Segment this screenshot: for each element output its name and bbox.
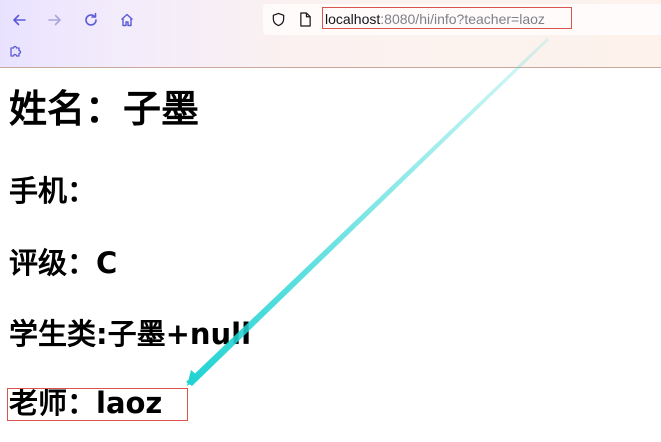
teacher-highlight-box (7, 388, 188, 421)
url-path: :8080/hi/info?teacher=laoz (380, 11, 545, 27)
browser-toolbar: localhost:8080/hi/info?teacher=laoz (0, 0, 661, 68)
address-bar[interactable]: localhost:8080/hi/info?teacher=laoz (263, 4, 661, 35)
reload-icon (85, 12, 97, 26)
home-icon (121, 13, 133, 27)
url-text[interactable]: localhost:8080/hi/info?teacher=laoz (325, 11, 545, 27)
name-heading: 姓名：子墨 (9, 87, 200, 131)
page-info-icon[interactable] (299, 12, 312, 27)
reload-button[interactable] (78, 7, 104, 33)
extensions-button[interactable] (5, 40, 27, 62)
phone-heading: 手机： (9, 174, 97, 208)
student-heading: 学生类:子墨+null (9, 317, 252, 351)
home-button[interactable] (114, 7, 140, 33)
forward-arrow-icon (48, 14, 61, 26)
tracking-shield-icon[interactable] (271, 12, 286, 27)
puzzle-piece-icon (10, 45, 22, 57)
rating-heading: 评级：C (9, 246, 118, 280)
arrow-head (187, 370, 200, 386)
back-arrow-icon (13, 14, 26, 26)
url-host: localhost (325, 11, 381, 27)
forward-button[interactable] (42, 7, 68, 33)
back-button[interactable] (6, 7, 32, 33)
